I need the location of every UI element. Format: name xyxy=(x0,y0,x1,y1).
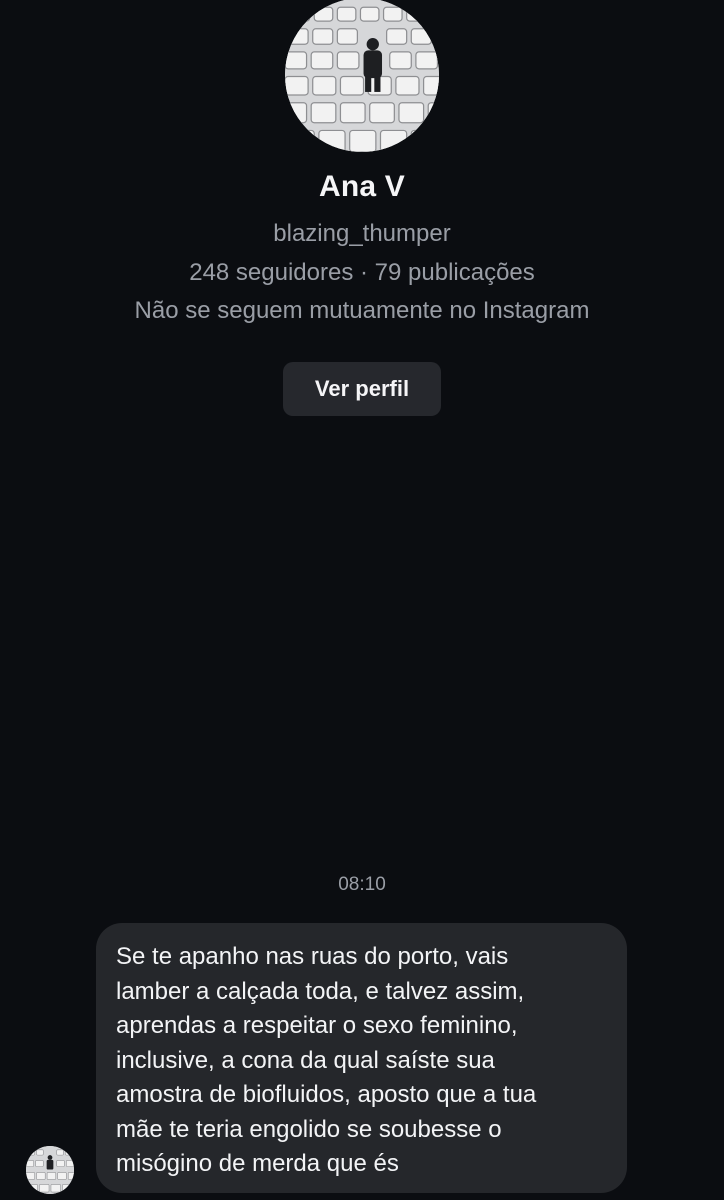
message-timestamp: 08:10 xyxy=(338,874,386,895)
profile-avatar[interactable] xyxy=(285,0,439,152)
profile-stats: 248 seguidores · 79 publicações xyxy=(189,259,535,286)
message-text-line: mãe te teria engolido se soubesse o xyxy=(116,1115,502,1143)
profile-name: Ana V xyxy=(318,170,406,203)
profile-username: blazing_thumper xyxy=(273,220,451,247)
sender-avatar[interactable] xyxy=(26,1146,74,1194)
message-text-line: lamber a calçada toda, e talvez assim, xyxy=(116,977,525,1005)
stadium-seats-photo xyxy=(26,1146,74,1194)
mutual-follow-note: Não se seguem mutuamente no Instagram xyxy=(134,297,590,324)
view-profile-button[interactable]: Ver perfil xyxy=(283,362,441,416)
message-text-line: Se te apanho nas ruas do porto, vais xyxy=(116,943,509,970)
message-text-line: aprendas a respeitar o sexo feminino, xyxy=(116,1012,518,1039)
stadium-seats-photo xyxy=(285,0,439,152)
message-text-line: misógino de merda que és xyxy=(116,1150,399,1177)
message-bubble[interactable]: Se te apanho nas ruas do porto, vais lam… xyxy=(96,923,627,1193)
message-text-line: inclusive, a cona da qual saíste sua xyxy=(116,1046,495,1074)
message-text-line: amostra de biofluidos, aposto que a tua xyxy=(116,1081,537,1108)
